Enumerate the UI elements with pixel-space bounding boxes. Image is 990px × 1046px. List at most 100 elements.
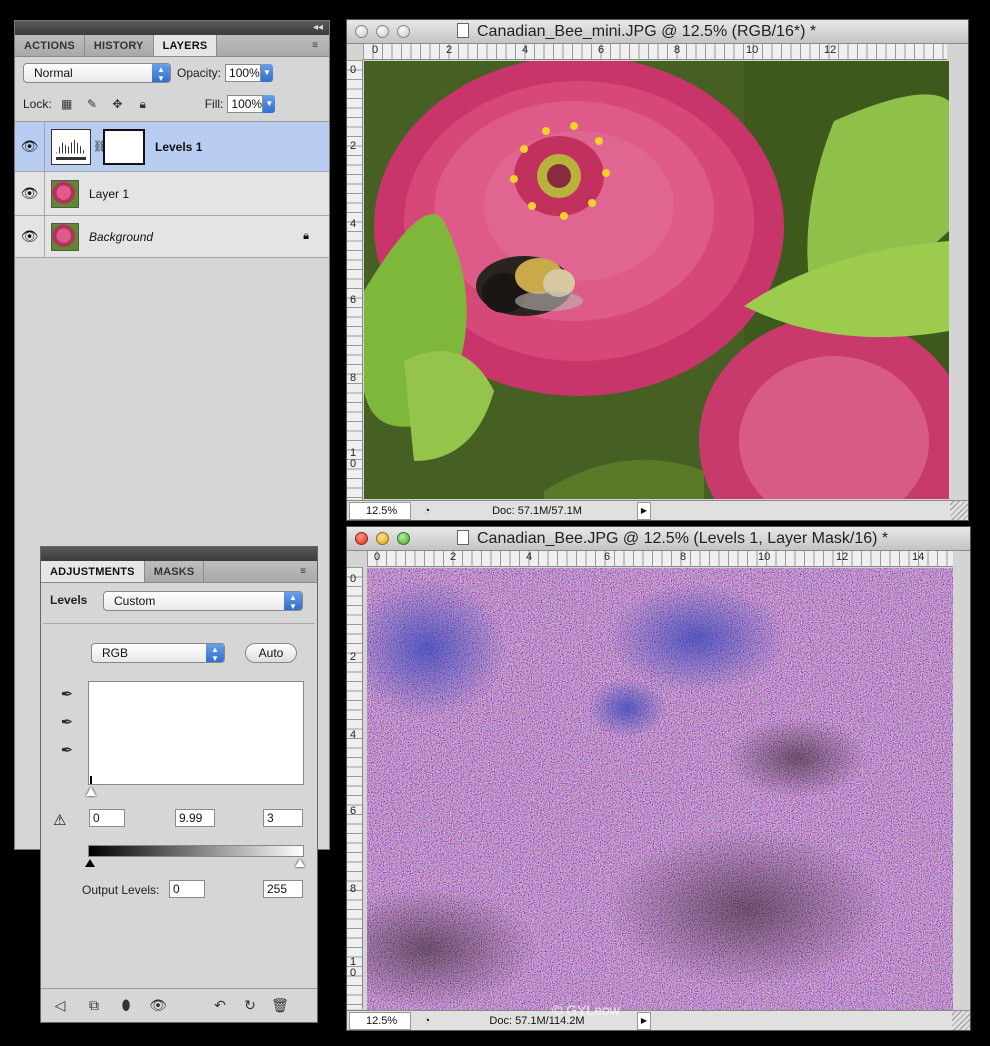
back-arrow-icon[interactable]: ◁ [49, 997, 71, 1014]
horizontal-ruler[interactable]: 0 2 4 6 8 10 12 14 [367, 551, 953, 567]
output-gradient-bar [88, 845, 304, 857]
panel-header-strip [41, 547, 317, 561]
doc-size-info: Doc: 57.1M/57.1M [492, 504, 582, 517]
opacity-label: Opacity: [177, 66, 222, 80]
zoom-button[interactable] [397, 532, 410, 545]
output-black-slider[interactable] [85, 859, 95, 867]
layer-list: 👁︎ ⛓︎ Levels 1 👁︎ Layer 1 👁︎ Background … [15, 121, 329, 258]
document-window-mini: Canadian_Bee_mini.JPG @ 12.5% (RGB/16*) … [346, 19, 969, 521]
visibility-eye-icon[interactable]: 👁︎ [15, 216, 45, 257]
layer-name: Levels 1 [155, 139, 203, 154]
window-title: Canadian_Bee.JPG @ 12.5% (Levels 1, Laye… [477, 529, 889, 547]
minimize-button[interactable] [376, 532, 389, 545]
status-menu-icon[interactable]: ◔ [417, 1015, 437, 1027]
panel-menu-icon[interactable]: ≡ [305, 39, 325, 53]
fill-field[interactable]: 100% [227, 95, 264, 113]
close-button[interactable] [355, 25, 368, 38]
fill-dropdown-icon[interactable]: ▼ [263, 95, 276, 113]
status-menu-icon[interactable]: ◔ [417, 505, 437, 517]
layer-thumbnail [51, 222, 79, 251]
white-eyedropper-icon[interactable]: ✒︎ [57, 741, 77, 761]
zinnia-bee-photo [364, 61, 949, 499]
input-black-field[interactable]: 0 [89, 809, 125, 827]
tab-actions[interactable]: ACTIONS [15, 35, 85, 56]
layer-thumbnail [51, 179, 79, 208]
output-black-field[interactable]: 0 [169, 880, 205, 898]
gray-eyedropper-icon[interactable]: ✒︎ [57, 713, 77, 733]
zoom-button[interactable] [397, 25, 410, 38]
panel-header-strip: ◂◂ [15, 21, 329, 35]
fill-label: Fill: [204, 97, 224, 111]
clip-to-layer-icon[interactable]: ⬮ [115, 997, 137, 1014]
zoom-field[interactable]: 12.5% [349, 501, 411, 520]
status-arrow-icon[interactable]: ▶ [637, 501, 651, 520]
select-arrow-icon: ▲ ▼ [206, 644, 224, 663]
noise-pattern [367, 568, 953, 1010]
lock-all-icon[interactable]: 🔒︎ [136, 97, 150, 111]
channel-value: RGB [102, 646, 129, 660]
layer-row-background[interactable]: 👁︎ Background 🔒︎ [15, 216, 329, 258]
trash-icon[interactable]: 🗑︎ [269, 997, 291, 1014]
preset-value: Custom [114, 594, 156, 608]
opacity-field[interactable]: 100% [225, 64, 262, 82]
lock-image-icon[interactable]: ✎ [85, 97, 99, 111]
panel-menu-icon[interactable]: ≡ [293, 565, 313, 579]
horizontal-ruler[interactable]: 0 2 4 6 8 10 12 [363, 44, 947, 60]
document-window-main: Canadian_Bee.JPG @ 12.5% (Levels 1, Laye… [346, 526, 971, 1031]
adjustments-panel-tabs: ADJUSTMENTS MASKS ≡ [41, 561, 317, 583]
window-title: Canadian_Bee_mini.JPG @ 12.5% (RGB/16*) … [477, 22, 817, 40]
input-gamma-field[interactable]: 9.99 [175, 809, 215, 827]
lock-label: Lock: [23, 97, 52, 111]
status-arrow-icon[interactable]: ▶ [637, 1011, 651, 1030]
opacity-dropdown-icon[interactable]: ▼ [261, 64, 274, 82]
window-titlebar[interactable]: Canadian_Bee.JPG @ 12.5% (Levels 1, Laye… [347, 527, 970, 551]
select-arrow-icon: ▲ ▼ [284, 592, 302, 611]
view-previous-icon[interactable]: ↶ [209, 997, 231, 1014]
vertical-ruler[interactable]: 024681 0 [347, 567, 363, 1009]
tab-history[interactable]: HISTORY [85, 35, 154, 56]
layer-name: Layer 1 [89, 186, 130, 201]
status-bar: 12.5% ◔ Doc: 57.1M/114.2M ▶ [347, 1010, 970, 1030]
adjustment-type-label: Levels [50, 593, 88, 607]
tab-adjustments[interactable]: ADJUSTMENTS [41, 561, 145, 582]
link-chain-icon[interactable]: ⛓︎ [93, 140, 107, 153]
layer-mask-thumbnail[interactable] [103, 128, 145, 165]
zoom-field[interactable]: 12.5% [349, 1011, 411, 1030]
layer-row-levels[interactable]: 👁︎ ⛓︎ Levels 1 [15, 122, 329, 172]
window-titlebar[interactable]: Canadian_Bee_mini.JPG @ 12.5% (RGB/16*) … [347, 20, 968, 44]
vertical-ruler[interactable]: 024681 0 [347, 60, 363, 500]
tab-masks[interactable]: MASKS [145, 561, 205, 582]
resize-grip-icon[interactable] [950, 500, 968, 520]
canvas-image-noisy[interactable] [367, 568, 953, 1010]
layer-row-layer1[interactable]: 👁︎ Layer 1 [15, 172, 329, 216]
auto-button[interactable]: Auto [245, 643, 297, 663]
lock-transparent-icon[interactable]: ▦ [60, 97, 74, 111]
close-button[interactable] [355, 532, 368, 545]
black-eyedropper-icon[interactable]: ✒︎ [57, 685, 77, 705]
expand-view-icon[interactable]: ⧉ [83, 997, 105, 1014]
channel-select[interactable]: RGB ▲ ▼ [91, 643, 225, 663]
select-arrow-icon: ▲ ▼ [152, 64, 170, 83]
tab-layers[interactable]: LAYERS [153, 35, 218, 56]
visibility-eye-icon[interactable]: 👁︎ [15, 122, 45, 171]
collapse-icon[interactable]: ◂◂ [313, 21, 323, 35]
layer-name: Background [89, 229, 154, 244]
input-white-field[interactable]: 3 [263, 809, 303, 827]
preset-select[interactable]: Custom ▲ ▼ [103, 591, 303, 611]
output-white-slider[interactable] [295, 859, 305, 867]
levels-adjustment-icon [51, 128, 91, 165]
output-white-field[interactable]: 255 [263, 880, 303, 898]
reset-icon[interactable]: ↻ [239, 997, 261, 1014]
canvas-image-bee-on-zinnia[interactable] [364, 61, 949, 499]
input-black-slider[interactable] [86, 787, 96, 796]
copyright-watermark: © GYLeow [552, 1002, 620, 1018]
toggle-visibility-eye-icon[interactable]: 👁︎ [147, 997, 169, 1014]
lock-position-icon[interactable]: ✥ [110, 97, 124, 111]
blend-row: Normal ▲ ▼ Opacity: 100% ▼ [15, 57, 329, 89]
clipping-warning-icon[interactable]: ⚠︎ [53, 811, 66, 829]
visibility-eye-icon[interactable]: 👁︎ [15, 172, 45, 215]
status-bar: 12.5% ◔ Doc: 57.1M/57.1M ▶ [347, 500, 968, 520]
blend-mode-select[interactable]: Normal ▲ ▼ [23, 63, 171, 83]
minimize-button[interactable] [376, 25, 389, 38]
resize-grip-icon[interactable] [952, 1010, 970, 1030]
